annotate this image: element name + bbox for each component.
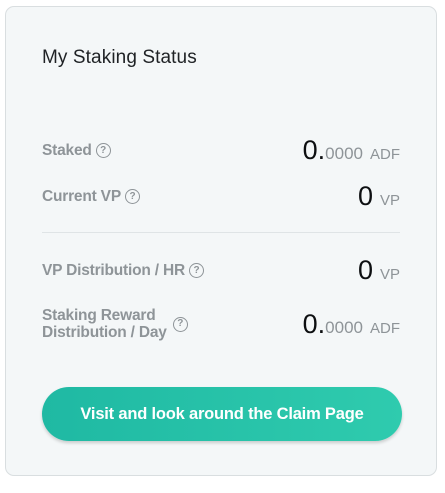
staking-reward-row: Staking Reward Distribution / Day ? 0. 0… bbox=[42, 307, 400, 341]
staked-row: Staked ? 0. 0000 ADF bbox=[42, 135, 400, 166]
vp-distribution-row: VP Distribution / HR ? 0 VP bbox=[42, 255, 400, 286]
vp-distribution-label: VP Distribution / HR bbox=[42, 261, 185, 279]
vp-distribution-value-int: 0 bbox=[357, 255, 373, 285]
card-title: My Staking Status bbox=[42, 47, 197, 68]
help-circle-icon[interactable]: ? bbox=[172, 316, 188, 332]
vp-distribution-label-group: VP Distribution / HR ? bbox=[42, 262, 204, 280]
visit-claim-page-button[interactable]: Visit and look around the Claim Page bbox=[42, 387, 402, 441]
current-vp-value-int: 0 bbox=[357, 181, 373, 211]
current-vp-label: Current VP bbox=[42, 187, 121, 205]
current-vp-value: 0 VP bbox=[358, 181, 400, 212]
vp-distribution-value-unit: VP bbox=[379, 266, 400, 283]
current-vp-value-unit: VP bbox=[379, 192, 400, 209]
staked-value: 0. 0000 ADF bbox=[303, 135, 400, 166]
help-circle-icon[interactable]: ? bbox=[95, 143, 111, 158]
staked-value-unit: ADF bbox=[370, 146, 400, 163]
staking-reward-value-int: 0. bbox=[302, 308, 326, 339]
staking-reward-label-group: Staking Reward Distribution / Day ? bbox=[42, 307, 188, 341]
staking-reward-value: 0. 0000 ADF bbox=[303, 309, 400, 340]
staked-value-int: 0. bbox=[302, 135, 326, 165]
staking-reward-label-line2: Distribution / Day bbox=[42, 324, 167, 341]
help-circle-icon[interactable]: ? bbox=[124, 189, 140, 204]
staked-label-group: Staked ? bbox=[42, 142, 111, 160]
staking-reward-label-line1: Staking Reward bbox=[42, 307, 156, 324]
current-vp-row: Current VP ? 0 VP bbox=[42, 181, 400, 212]
staking-status-card: My Staking Status Staked ? 0. 0000 ADF C… bbox=[5, 6, 437, 476]
staked-label: Staked bbox=[42, 141, 92, 159]
help-circle-icon[interactable]: ? bbox=[188, 263, 204, 278]
staked-value-decimal: 0000 bbox=[325, 144, 363, 163]
staking-reward-value-unit: ADF bbox=[370, 319, 400, 337]
staking-reward-value-decimal: 0000 bbox=[325, 317, 363, 337]
staking-reward-label: Staking Reward Distribution / Day bbox=[42, 307, 167, 341]
current-vp-label-group: Current VP ? bbox=[42, 188, 140, 206]
vp-distribution-value: 0 VP bbox=[358, 255, 400, 286]
section-divider bbox=[42, 232, 400, 233]
